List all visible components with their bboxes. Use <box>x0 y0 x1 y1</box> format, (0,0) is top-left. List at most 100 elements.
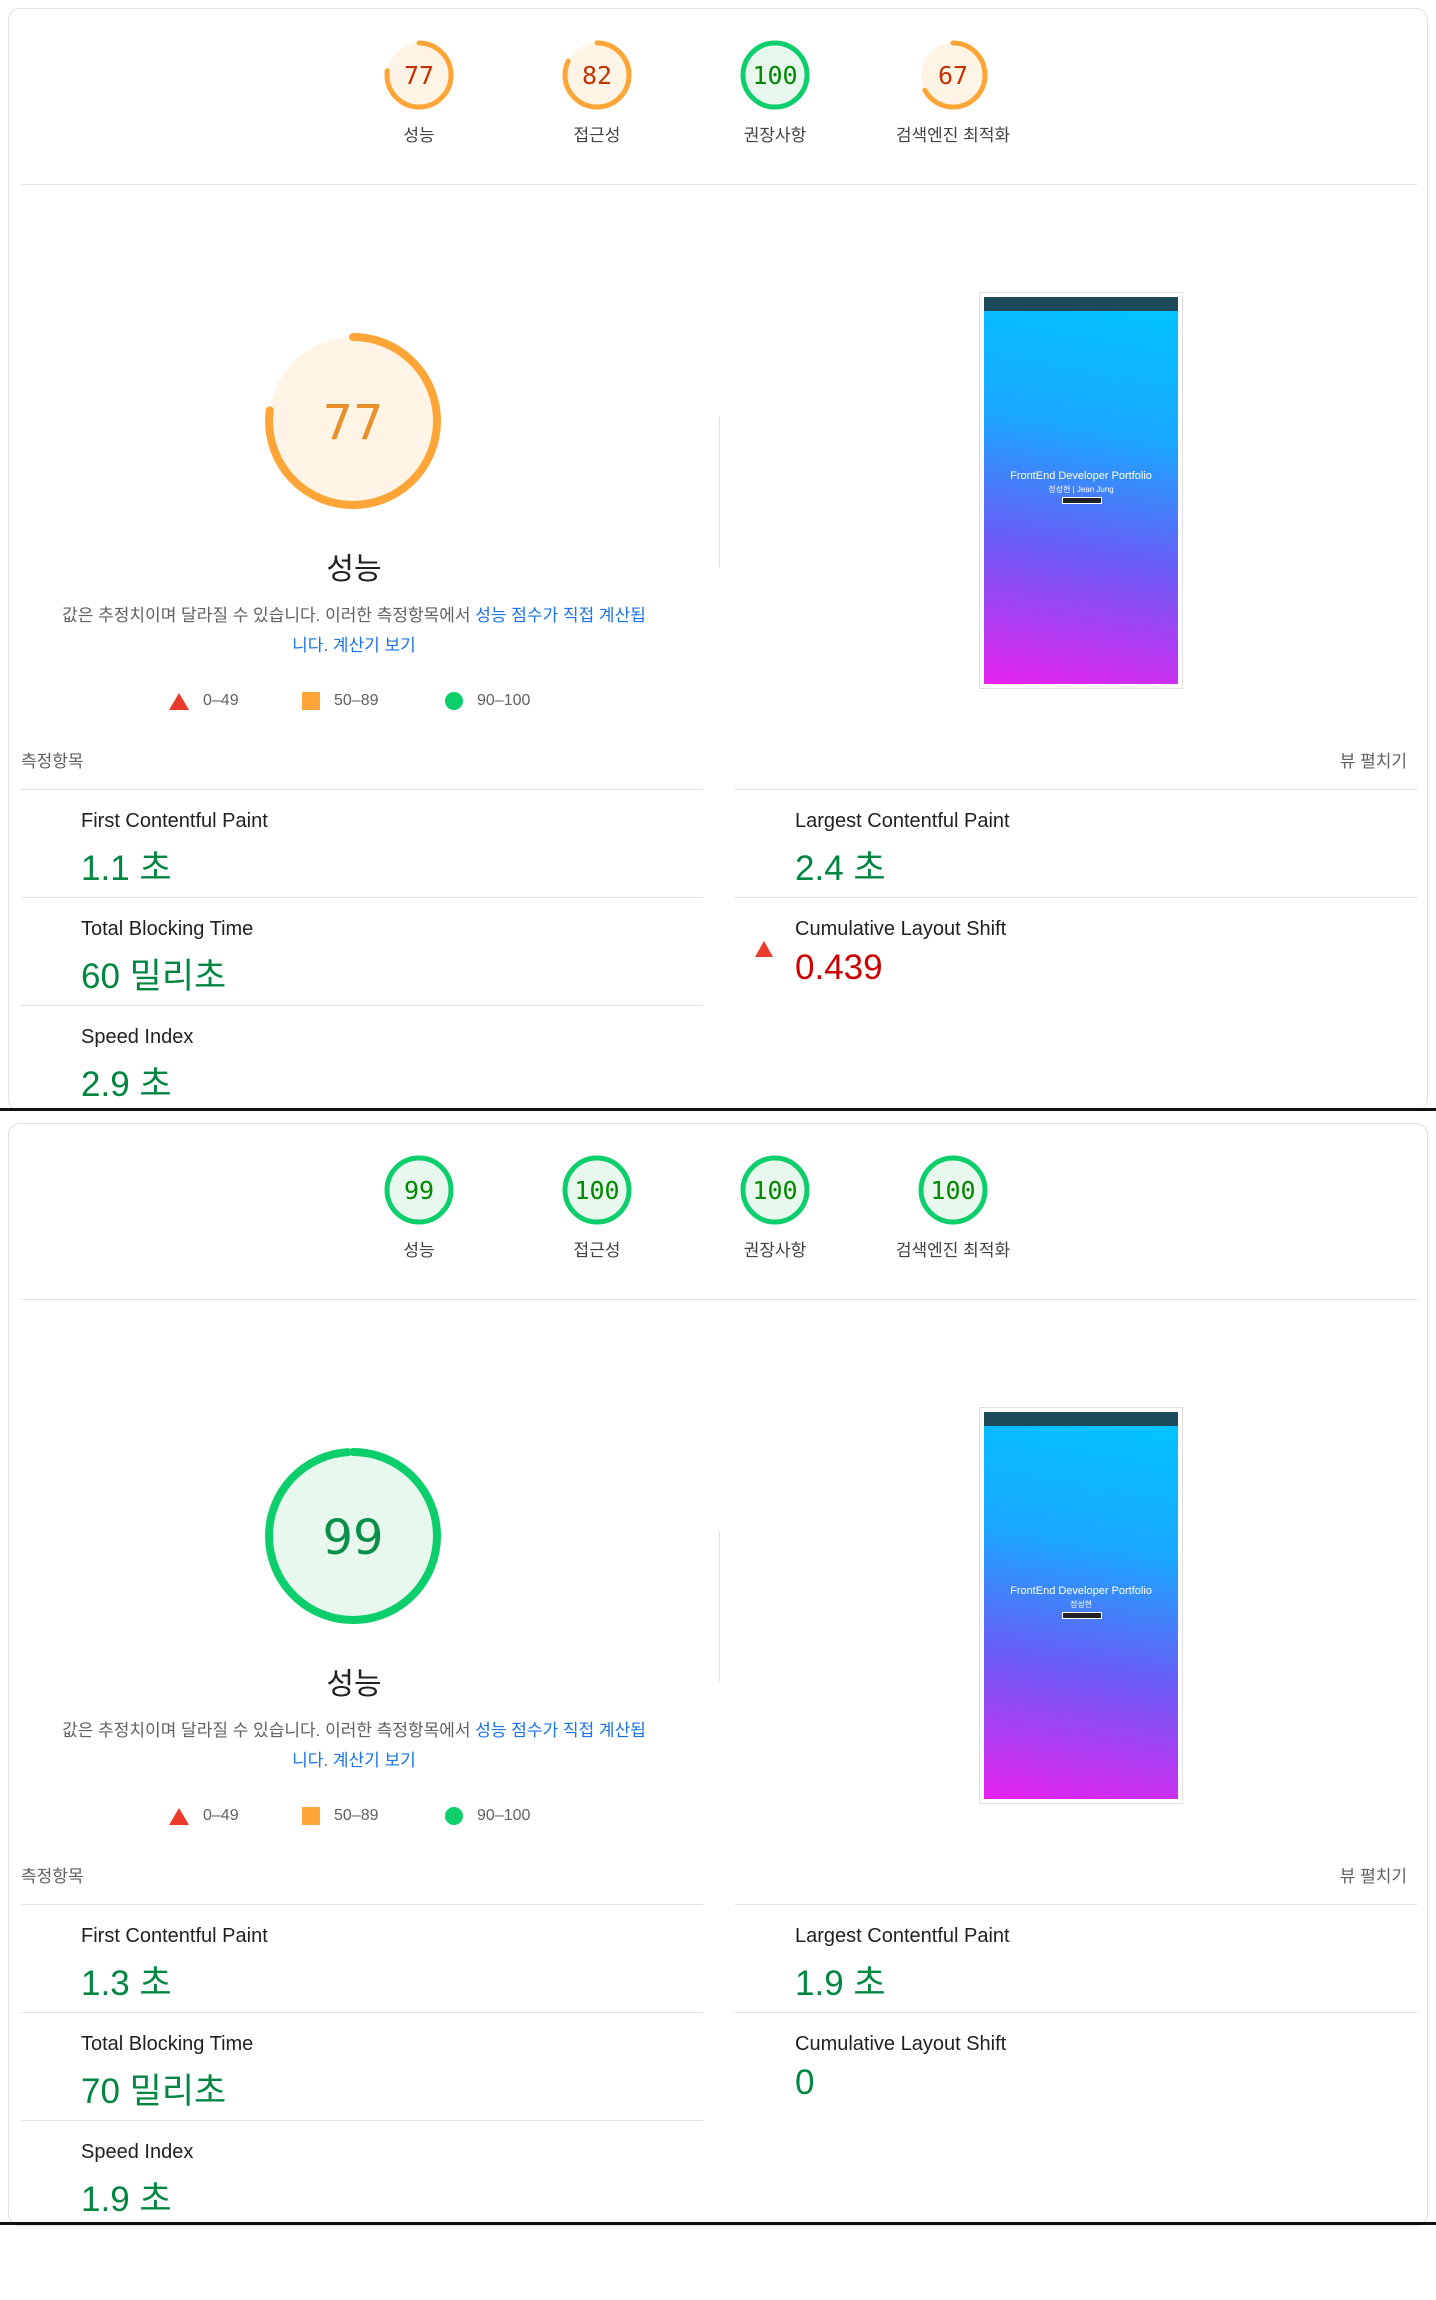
metric-item: Speed Index 2.9 초 <box>21 1005 703 1110</box>
gauge-label: 성능 <box>403 1241 435 1260</box>
page-screenshot[interactable]: FrontEnd Developer Portfolio 정성현 | Jean … <box>979 292 1183 689</box>
metric-item: Cumulative Layout Shift 0 <box>735 2012 1417 2120</box>
metric-item: First Contentful Paint 1.3 초 <box>21 1904 703 2012</box>
divider-line <box>0 1108 1436 1111</box>
metric-value: 1.3 초 <box>81 1964 172 2003</box>
fail-triangle-icon <box>169 1807 189 1825</box>
performance-ring: 77 <box>265 333 441 509</box>
metric-value: 1.9 초 <box>795 1964 886 2003</box>
gauge-label: 권장사항 <box>743 126 807 145</box>
category-gauge[interactable]: 100 접근성 <box>522 1154 672 1261</box>
gauge-score: 100 <box>930 1176 975 1205</box>
metric-name: First Contentful Paint <box>81 810 268 832</box>
legend-label: 50–89 <box>334 1807 379 1824</box>
expand-view-toggle[interactable]: 뷰 펼치기 <box>1340 747 1407 772</box>
lighthouse-report-before: 77 성능 82 접근성 100 권장사항 67 검색엔진 최적화 77 성능 … <box>8 8 1428 1111</box>
metric-value: 0 <box>795 2063 815 2102</box>
metric-value: 1.1 초 <box>81 849 172 888</box>
page-screenshot[interactable]: FrontEnd Developer Portfolio 정성현 <box>979 1407 1183 1804</box>
category-gauge[interactable]: 99 성능 <box>344 1154 494 1261</box>
gauge-ring: 100 <box>740 40 810 110</box>
screenshot-subtitle: 정성현 <box>1069 1600 1093 1609</box>
metric-name: Largest Contentful Paint <box>795 1925 1010 1947</box>
legend-label: 0–49 <box>203 1807 239 1824</box>
header-divider <box>21 1299 1417 1300</box>
screenshot-title: FrontEnd Developer Portfolio <box>1010 470 1152 482</box>
gauge-score: 67 <box>938 61 968 90</box>
screenshot-button <box>1062 1612 1102 1619</box>
screenshot-nav <box>984 297 1178 311</box>
performance-description: 값은 추정치이며 달라질 수 있습니다. 이러한 측정항목에서 성능 점수가 직… <box>59 1716 649 1776</box>
gauge-label: 성능 <box>403 126 435 145</box>
metric-name: Total Blocking Time <box>81 918 254 940</box>
category-gauge[interactable]: 67 검색엔진 최적화 <box>878 39 1028 146</box>
metrics-title: 측정항목 <box>21 1867 84 1886</box>
header-divider <box>21 184 1417 185</box>
screenshot-preview: FrontEnd Developer Portfolio 정성현 | Jean … <box>984 297 1178 684</box>
metric-value: 2.4 초 <box>795 849 886 888</box>
pass-circle-icon <box>445 1807 463 1825</box>
fail-triangle-icon <box>169 692 189 710</box>
performance-score: 77 <box>322 395 383 451</box>
metric-item: Largest Contentful Paint 1.9 초 <box>735 1904 1417 2012</box>
gauge-score: 82 <box>582 61 612 90</box>
metric-item: First Contentful Paint 1.1 초 <box>21 789 703 897</box>
calculator-link[interactable]: 계산기 보기 <box>333 636 416 655</box>
gauge-ring: 99 <box>384 1155 454 1225</box>
calculator-link[interactable]: 계산기 보기 <box>333 1751 416 1770</box>
screenshot-button <box>1062 497 1102 504</box>
category-gauge[interactable]: 82 접근성 <box>522 39 672 146</box>
performance-gauge: 99 <box>261 1444 445 1628</box>
metric-value: 60 밀리초 <box>81 957 227 996</box>
gauge-ring: 100 <box>562 1155 632 1225</box>
performance-gauge: 77 <box>261 329 445 513</box>
gauge-score: 100 <box>752 61 797 90</box>
legend-label: 50–89 <box>334 692 379 709</box>
category-gauge[interactable]: 100 권장사항 <box>700 39 850 146</box>
metric-name: Speed Index <box>81 2141 194 2163</box>
desc-text: . <box>323 636 333 655</box>
category-gauge[interactable]: 100 검색엔진 최적화 <box>878 1154 1028 1261</box>
metric-value: 0.439 <box>795 948 883 987</box>
gauge-label: 접근성 <box>573 126 621 145</box>
pass-circle-icon <box>445 692 463 710</box>
gauge-label: 접근성 <box>573 1241 621 1260</box>
metric-item: Cumulative Layout Shift 0.439 <box>735 897 1417 1005</box>
metric-item: Total Blocking Time 60 밀리초 <box>21 897 703 1005</box>
gauge-label: 검색엔진 최적화 <box>895 1241 1011 1260</box>
metrics-header: 측정항목 뷰 펼치기 <box>21 747 1417 772</box>
gauge-label: 검색엔진 최적화 <box>895 126 1011 145</box>
screenshot-title: FrontEnd Developer Portfolio <box>1010 1585 1152 1597</box>
vertical-divider <box>719 1532 720 1682</box>
average-square-icon <box>302 692 320 710</box>
gauge-ring: 77 <box>384 40 454 110</box>
gauge-ring: 82 <box>562 40 632 110</box>
score-legend: 0–49 50–89 90–100 <box>9 1807 709 1831</box>
metric-name: Cumulative Layout Shift <box>795 2033 1007 2055</box>
category-gauge[interactable]: 77 성능 <box>344 39 494 146</box>
metric-item: Total Blocking Time 70 밀리초 <box>21 2012 703 2120</box>
desc-text: 값은 추정치이며 달라질 수 있습니다. 이러한 측정항목에서 <box>62 1721 476 1740</box>
metric-value: 2.9 초 <box>81 1065 172 1104</box>
category-gauges: 77 성능 82 접근성 100 권장사항 67 검색엔진 최적화 <box>9 39 1427 189</box>
metric-item: Largest Contentful Paint 2.4 초 <box>735 789 1417 897</box>
metric-name: First Contentful Paint <box>81 1925 268 1947</box>
vertical-divider <box>719 417 720 567</box>
fail-triangle-icon <box>755 924 773 957</box>
gauge-score: 99 <box>404 1176 434 1205</box>
metric-name: Speed Index <box>81 1026 194 1048</box>
metric-item: Speed Index 1.9 초 <box>21 2120 703 2225</box>
performance-title: 성능 <box>326 553 382 586</box>
performance-ring: 99 <box>265 1448 441 1624</box>
metric-value: 70 밀리초 <box>81 2072 227 2111</box>
lighthouse-report-after: 99 성능 100 접근성 100 권장사항 100 검색엔진 최적화 99 성… <box>8 1123 1428 2226</box>
category-gauge[interactable]: 100 권장사항 <box>700 1154 850 1261</box>
expand-view-toggle[interactable]: 뷰 펼치기 <box>1340 1862 1407 1887</box>
gauge-ring: 100 <box>918 1155 988 1225</box>
legend-label: 0–49 <box>203 692 239 709</box>
gauge-score: 77 <box>404 61 434 90</box>
metric-name: Cumulative Layout Shift <box>795 918 1007 940</box>
screenshot-preview: FrontEnd Developer Portfolio 정성현 <box>984 1412 1178 1799</box>
divider-line <box>0 2222 1436 2225</box>
gauge-ring: 67 <box>918 40 988 110</box>
